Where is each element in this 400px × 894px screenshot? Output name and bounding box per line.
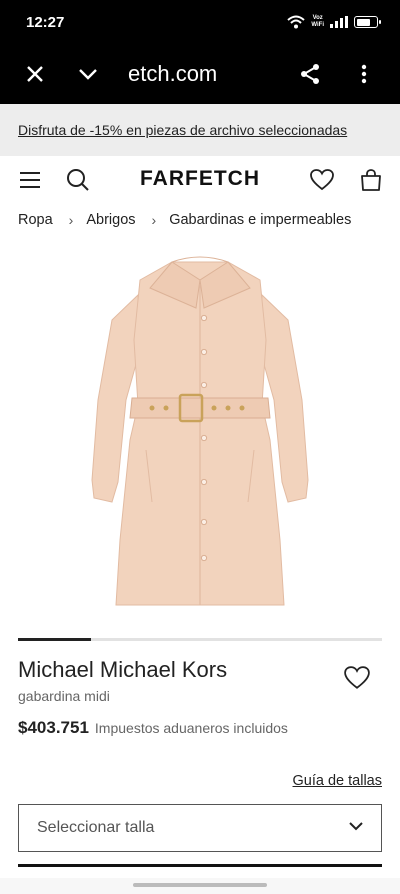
close-icon xyxy=(27,66,43,82)
farfetch-logo[interactable]: FARFETCH xyxy=(0,167,400,191)
breadcrumb-item[interactable]: Abrigos xyxy=(86,212,135,228)
coat-button xyxy=(200,478,208,486)
product-price: $403.751 xyxy=(18,718,89,737)
size-guide-link[interactable]: Guía de tallas xyxy=(293,773,382,789)
wifi-icon xyxy=(287,15,306,29)
heart-icon xyxy=(310,169,334,191)
size-select[interactable]: Seleccionar talla xyxy=(18,804,382,852)
coat-button xyxy=(200,381,208,389)
more-vertical-icon xyxy=(361,64,367,84)
site-header: FARFETCH xyxy=(0,156,400,204)
breadcrumb: Ropa › Abrigos › Gabardinas e impermeabl… xyxy=(18,212,351,228)
breadcrumb-item[interactable]: Ropa xyxy=(18,212,53,228)
more-options-button[interactable] xyxy=(346,44,382,104)
battery-level xyxy=(356,18,370,26)
breadcrumb-separator: › xyxy=(68,212,74,228)
status-icons: Voz WiFi xyxy=(287,15,381,29)
share-button[interactable] xyxy=(292,44,328,104)
coat-button xyxy=(200,434,208,442)
wifi-label: WiFi xyxy=(311,22,324,28)
coat-button xyxy=(200,518,208,526)
product-name: gabardina midi xyxy=(18,688,110,704)
bag-button[interactable] xyxy=(357,166,385,194)
promo-link[interactable]: Disfruta de -15% en piezas de archivo se… xyxy=(18,122,347,138)
close-tab-button[interactable] xyxy=(17,44,53,104)
battery-icon xyxy=(354,16,381,28)
home-indicator[interactable] xyxy=(133,883,267,887)
minimize-button[interactable] xyxy=(70,44,106,104)
shopping-bag-icon xyxy=(361,169,381,191)
gallery-progress xyxy=(18,638,382,641)
url-text[interactable]: etch.com xyxy=(128,44,217,104)
add-to-wishlist-button[interactable] xyxy=(344,666,372,694)
voz-label: Voz xyxy=(312,15,323,21)
signal-icon xyxy=(330,16,348,28)
coat-button xyxy=(200,314,208,322)
chevron-down-icon xyxy=(79,69,97,80)
size-select-label: Seleccionar talla xyxy=(37,819,155,836)
promo-banner: Disfruta de -15% en piezas de archivo se… xyxy=(0,104,400,156)
status-time: 12:27 xyxy=(26,13,65,31)
share-icon xyxy=(301,64,319,84)
coat-button xyxy=(200,348,208,356)
gesture-bar xyxy=(0,878,400,894)
breadcrumb-item[interactable]: Gabardinas e impermeables xyxy=(169,212,351,228)
price-row: $403.751 Impuestos aduaneros incluidos xyxy=(18,718,288,738)
status-bar: 12:27 Voz WiFi xyxy=(0,0,400,44)
product-image[interactable] xyxy=(0,240,400,640)
add-to-bag-bar-edge xyxy=(18,864,382,867)
product-brand[interactable]: Michael Michael Kors xyxy=(18,657,227,683)
coat-button xyxy=(200,554,208,562)
voz-wifi-indicator: Voz WiFi xyxy=(311,15,324,29)
tax-note: Impuestos aduaneros incluidos xyxy=(94,720,288,736)
wishlist-button[interactable] xyxy=(308,166,336,194)
breadcrumb-separator: › xyxy=(151,212,157,228)
browser-toolbar: etch.com xyxy=(0,44,400,104)
gallery-progress-fill xyxy=(18,638,91,641)
heart-icon xyxy=(344,666,370,689)
chevron-down-icon xyxy=(349,822,363,831)
